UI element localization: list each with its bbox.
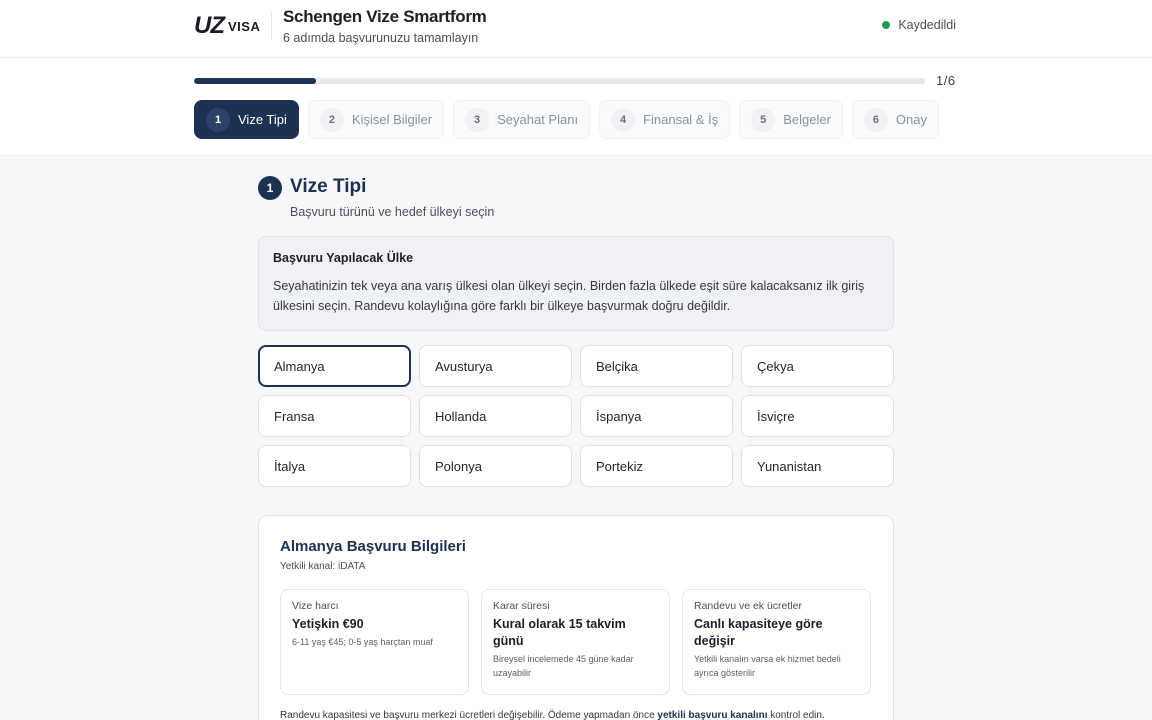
detail-title: Almanya Başvuru Bilgileri — [280, 538, 466, 555]
country-option[interactable]: İspanya — [580, 395, 733, 437]
section-title: Vize Tipi — [290, 176, 367, 197]
logo-mark: UZ — [194, 12, 225, 39]
info-box: Başvuru Yapılacak Ülke Seyahatinizin tek… — [258, 236, 894, 331]
footnote-text-end: kontrol edin. — [767, 710, 825, 720]
step-label: Kişisel Bilgiler — [351, 112, 433, 127]
step-tab-6[interactable]: 6 Onay — [851, 100, 939, 139]
country-option[interactable]: Hollanda — [419, 395, 572, 437]
country-option[interactable]: İtalya — [258, 445, 411, 487]
country-option[interactable]: Çekya — [741, 345, 894, 387]
step-tab-4[interactable]: 4 Finansal & İş — [599, 100, 731, 139]
section-subtitle: Başvuru türünü ve hedef ülkeyi seçin — [290, 205, 495, 219]
app-subtitle: 6 adımda başvurunuzu tamamlayın — [283, 31, 479, 45]
step-label: Seyahat Planı — [497, 112, 579, 127]
step-label: Vize Tipi — [238, 112, 287, 127]
country-option[interactable]: Almanya — [258, 345, 411, 387]
country-option[interactable]: Avusturya — [419, 345, 572, 387]
fact-label: Randevu ve ek ücretler — [694, 600, 802, 612]
fact-cards: Vize harcı Yetişkin €90 6-11 yaş €45; 0-5 … — [280, 589, 871, 695]
country-option[interactable]: Polonya — [419, 445, 572, 487]
status-dot-icon — [882, 21, 891, 29]
step-number: 5 — [751, 107, 776, 132]
fact-label: Vize harcı — [292, 600, 339, 612]
step-number: 6 — [863, 107, 888, 132]
logo-text: VISA — [228, 18, 261, 34]
detail-subtitle: Yetkili kanal: iDATA — [280, 561, 366, 572]
detail-footnote: Randevu kapasitesi ve başvuru merkezi üc… — [280, 710, 825, 720]
header-divider — [271, 12, 272, 40]
info-title: Başvuru Yapılacak Ülke — [273, 251, 414, 265]
step-label: Belgeler — [783, 112, 831, 127]
fact-note: Bireysel incelemede 45 güne kadar uzayab… — [493, 654, 634, 678]
fact-value: Yetişkin €90 — [292, 617, 364, 631]
fact-value: Kural olarak 15 takvim günü — [493, 617, 626, 648]
step-tab-5[interactable]: 5 Belgeler — [739, 100, 843, 139]
app-title: Schengen Vize Smartform — [283, 7, 487, 26]
save-status: Kaydedildi — [882, 18, 956, 32]
info-text: Seyahatinizin tek veya ana varış ülkesi … — [273, 279, 865, 313]
country-option[interactable]: Fransa — [258, 395, 411, 437]
step-number: 2 — [319, 107, 344, 132]
step-tab-2[interactable]: 2 Kişisel Bilgiler — [307, 100, 445, 139]
fact-note: 6-11 yaş €45; 0-5 yaş harçtan muaf — [292, 637, 433, 647]
step-number: 1 — [206, 107, 230, 132]
step-tab-3[interactable]: 3 Seyahat Planı — [453, 100, 591, 139]
app-header: UZ VISA Schengen Vize Smartform 6 adımda… — [0, 0, 1152, 58]
fact-label: Karar süresi — [493, 600, 550, 612]
country-detail-card: Almanya Başvuru Bilgileri Yetkili kanal:… — [258, 515, 894, 720]
fact-value: Canlı kapasiteye göre değişir — [694, 617, 823, 648]
authorized-channel-link[interactable]: yetkili başvuru kanalını — [657, 710, 767, 720]
country-grid: Almanya Avusturya Belçika Çekya Fransa Hollan… — [258, 345, 894, 487]
brand-logo[interactable]: UZ VISA — [194, 12, 261, 39]
step-label: Finansal & İş — [643, 112, 719, 127]
country-option[interactable]: Belçika — [580, 345, 733, 387]
footnote-text: Randevu kapasitesi ve başvuru merkezi üc… — [280, 710, 658, 720]
stepper: 1/6 1 Vize Tipi 2 Kişisel Bilgiler 3 Seyahat … — [0, 58, 1152, 154]
step-tabs: 1 Vize Tipi 2 Kişisel Bilgiler 3 Seyahat Plan… — [194, 100, 939, 139]
step-number: 3 — [465, 107, 490, 132]
step-number: 4 — [611, 107, 636, 132]
step-tab-1[interactable]: 1 Vize Tipi — [194, 100, 299, 139]
save-status-label: Kaydedildi — [898, 18, 956, 32]
fact-note: Yetkili kanalın varsa ek hizmet bedeli a… — [694, 654, 841, 678]
country-option[interactable]: Yunanistan — [741, 445, 894, 487]
country-option[interactable]: Portekiz — [580, 445, 733, 487]
fact-card: Karar süresi Kural olarak 15 takvim günü B… — [481, 589, 670, 695]
country-option[interactable]: İsviçre — [741, 395, 894, 437]
progress-label: 1/6 — [936, 73, 956, 88]
fact-card: Vize harcı Yetişkin €90 6-11 yaş €45; 0-5 … — [280, 589, 469, 695]
progress-bar — [194, 78, 925, 84]
section-number: 1 — [258, 176, 282, 200]
fact-card: Randevu ve ek ücretler Canlı kapasiteye g… — [682, 589, 871, 695]
step-label: Onay — [895, 112, 927, 127]
progress-fill — [194, 78, 316, 84]
